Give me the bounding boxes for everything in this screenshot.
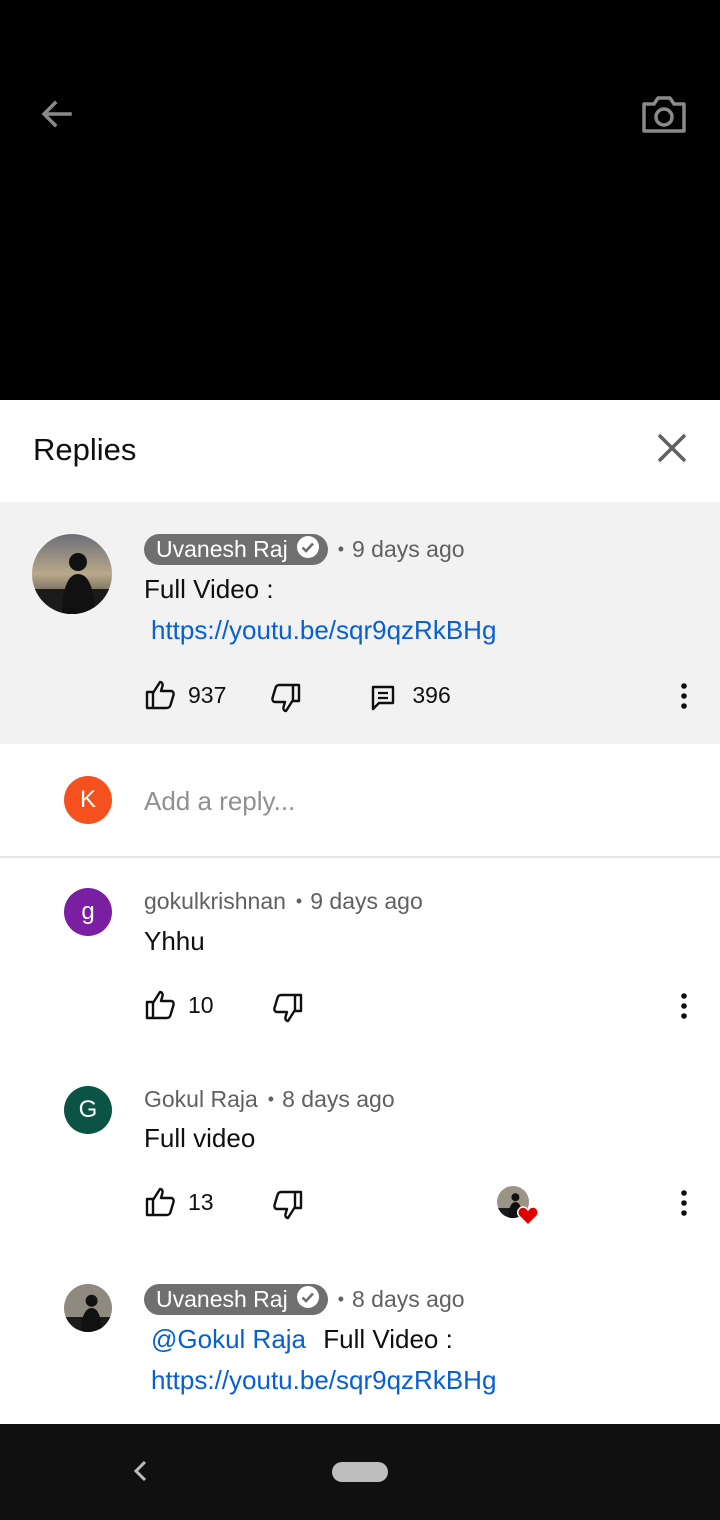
reply-actions: 13 bbox=[144, 1183, 304, 1221]
reply-text: Full Video : bbox=[323, 1324, 453, 1354]
like-count: 937 bbox=[188, 681, 227, 708]
comment-actions: 937 396 bbox=[144, 676, 451, 714]
thumbs-down-icon bbox=[272, 993, 302, 1023]
parent-comment: Uvanesh Raj • 9 days ago Full Video : ht… bbox=[0, 502, 720, 744]
separator-dot: • bbox=[337, 1289, 344, 1309]
separator-dot: • bbox=[267, 1089, 275, 1109]
separator-dot: • bbox=[295, 891, 303, 911]
video-player[interactable] bbox=[0, 0, 720, 400]
replies-header: Replies bbox=[0, 400, 720, 502]
mention-link[interactable]: @Gokul Raja bbox=[151, 1324, 306, 1354]
thumbs-up-icon bbox=[145, 680, 175, 710]
back-button[interactable] bbox=[34, 94, 78, 138]
like-button[interactable] bbox=[144, 679, 176, 711]
thumbs-down-icon bbox=[271, 683, 301, 713]
author-badge[interactable]: Uvanesh Raj bbox=[144, 534, 328, 565]
reply-meta: Uvanesh Raj • 8 days ago bbox=[144, 1284, 465, 1315]
avatar[interactable] bbox=[32, 534, 112, 614]
thumbs-up-icon bbox=[145, 1187, 175, 1217]
thumbs-up-icon bbox=[145, 990, 175, 1020]
like-button[interactable] bbox=[144, 1186, 176, 1218]
comment-meta: Uvanesh Raj • 9 days ago bbox=[144, 534, 465, 565]
author-badge[interactable]: Uvanesh Raj bbox=[144, 1284, 328, 1315]
reply-button[interactable] bbox=[370, 684, 396, 712]
dislike-button[interactable] bbox=[272, 1189, 304, 1221]
comment-icon bbox=[372, 685, 395, 711]
dislike-button[interactable] bbox=[272, 992, 304, 1024]
close-icon bbox=[656, 432, 688, 469]
reply-link[interactable]: https://youtu.be/sqr9qzRkBHg bbox=[151, 1365, 496, 1396]
screenshot-button[interactable] bbox=[638, 92, 690, 140]
author-name: Uvanesh Raj bbox=[156, 536, 288, 562]
reply-time: 8 days ago bbox=[282, 1086, 395, 1112]
separator-dot: • bbox=[337, 539, 344, 559]
reply-author: Uvanesh Raj bbox=[156, 1286, 288, 1312]
user-avatar: K bbox=[64, 776, 112, 824]
creator-heart-badge bbox=[497, 1186, 539, 1227]
reply-meta: Gokul Raja • 8 days ago bbox=[144, 1086, 395, 1113]
nav-back-button[interactable] bbox=[125, 1456, 155, 1486]
reply-author[interactable]: gokulkrishnan bbox=[144, 888, 286, 915]
reply-count: 396 bbox=[412, 681, 451, 708]
like-button[interactable] bbox=[144, 989, 176, 1021]
avatar[interactable]: g bbox=[64, 888, 112, 936]
reply-author[interactable]: Gokul Raja bbox=[144, 1086, 258, 1113]
reply-meta: gokulkrishnan • 9 days ago bbox=[144, 888, 423, 915]
nav-back-icon bbox=[133, 1460, 147, 1482]
avatar[interactable] bbox=[64, 1284, 112, 1332]
reply-time: 8 days ago bbox=[352, 1286, 465, 1312]
dislike-button[interactable] bbox=[270, 682, 302, 714]
reply-input-row[interactable]: K Add a reply... bbox=[0, 744, 720, 858]
reply-text-line: @Gokul Raja Full Video : bbox=[151, 1324, 453, 1355]
more-vert-icon bbox=[681, 1190, 687, 1216]
more-vert-icon bbox=[681, 683, 687, 709]
system-nav-bar bbox=[0, 1424, 720, 1520]
home-pill[interactable] bbox=[332, 1462, 388, 1482]
reply-text: Full video bbox=[144, 1123, 256, 1153]
like-count: 10 bbox=[188, 991, 214, 1018]
arrow-left-icon bbox=[38, 96, 74, 137]
verified-icon bbox=[296, 1285, 320, 1315]
reply-actions: 10 bbox=[144, 986, 304, 1024]
comment-link[interactable]: https://youtu.be/sqr9qzRkBHg bbox=[151, 615, 496, 646]
more-options-button[interactable] bbox=[669, 986, 699, 1026]
reply-input[interactable]: Add a reply... bbox=[144, 786, 295, 817]
heart-icon bbox=[517, 1206, 539, 1231]
avatar[interactable]: G bbox=[64, 1086, 112, 1134]
more-vert-icon bbox=[681, 993, 687, 1019]
camera-icon bbox=[641, 94, 687, 139]
reply-text: Yhhu bbox=[144, 926, 205, 956]
reply-time: 9 days ago bbox=[310, 888, 423, 914]
thumbs-down-icon bbox=[272, 1190, 302, 1220]
comment-text: Full Video : bbox=[144, 574, 274, 604]
like-count: 13 bbox=[188, 1188, 214, 1215]
sheet-title: Replies bbox=[33, 432, 137, 467]
close-button[interactable] bbox=[650, 428, 694, 472]
verified-icon bbox=[296, 535, 320, 565]
more-options-button[interactable] bbox=[669, 676, 699, 716]
more-options-button[interactable] bbox=[669, 1183, 699, 1223]
comment-time: 9 days ago bbox=[352, 536, 465, 562]
